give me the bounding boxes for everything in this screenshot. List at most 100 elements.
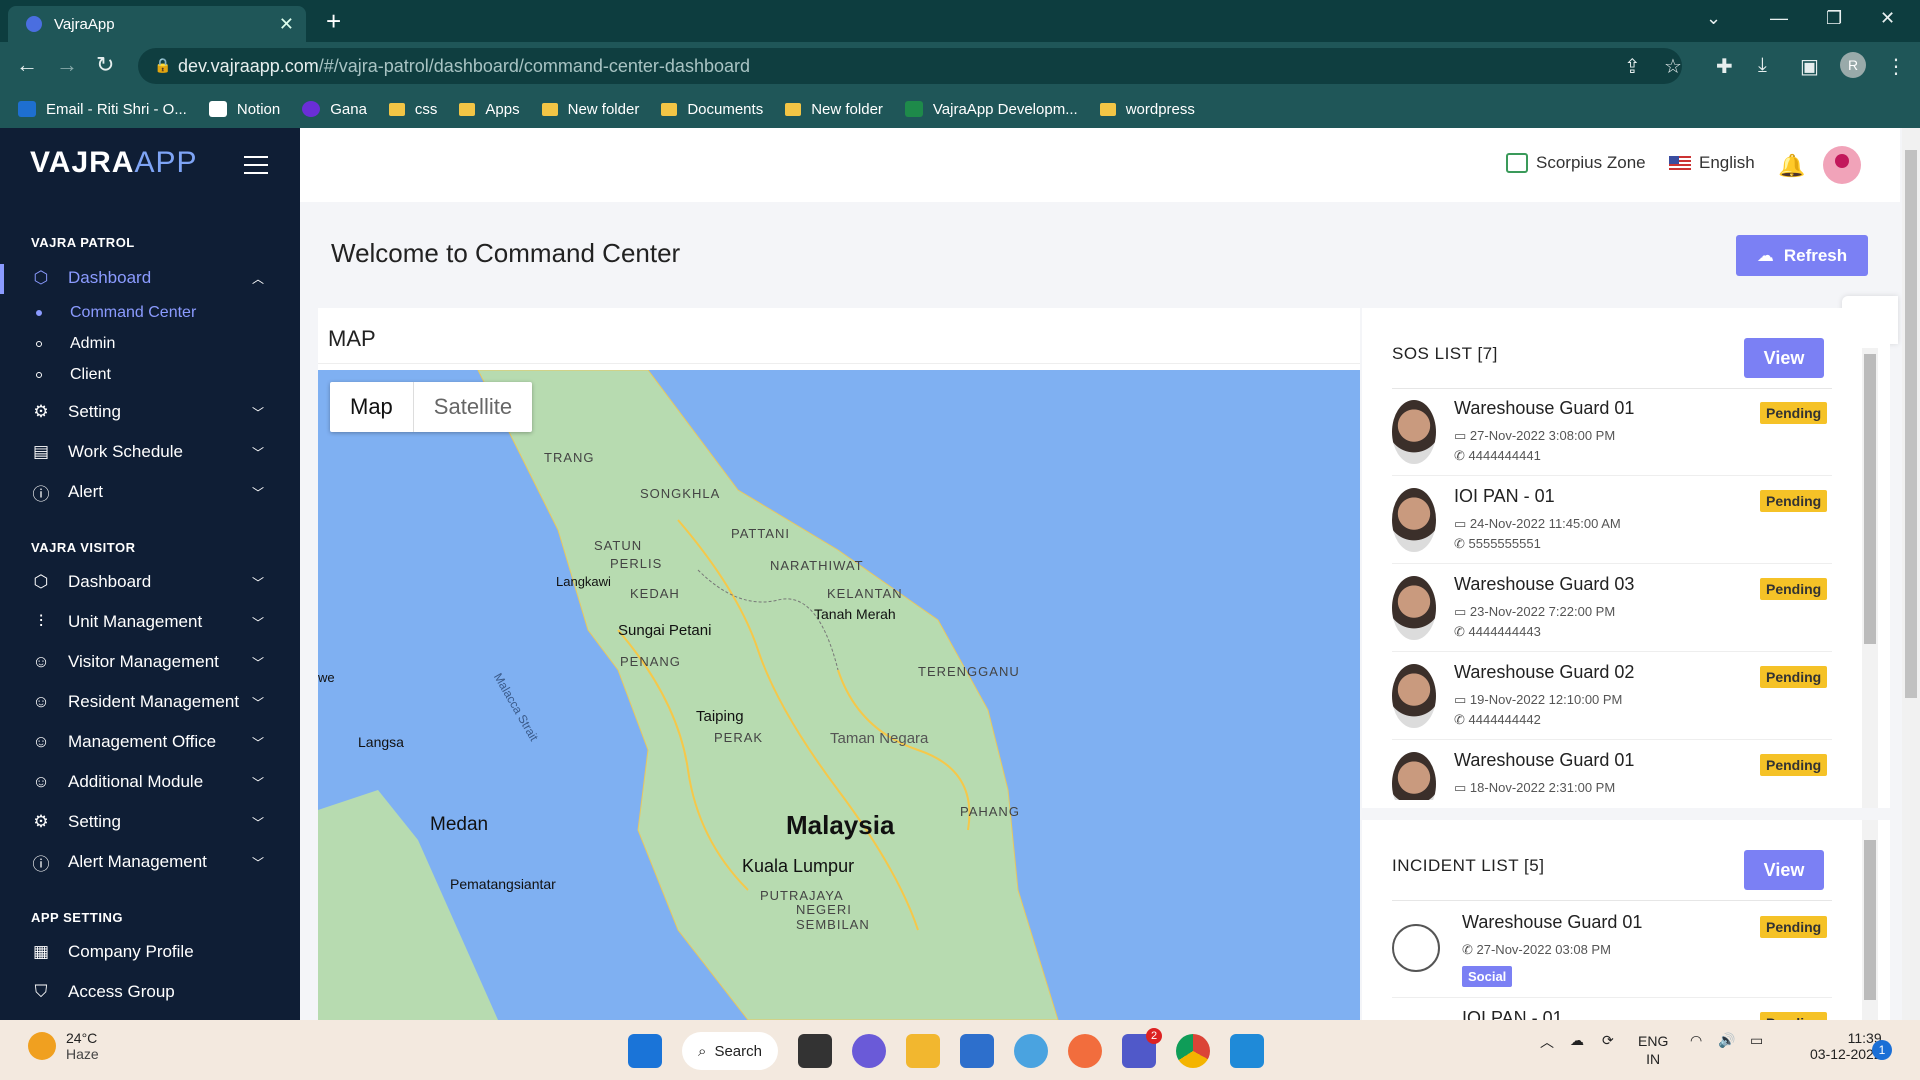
- bookmark-item[interactable]: Email - Riti Shri - O...: [18, 101, 187, 118]
- map-type-map[interactable]: Map: [330, 382, 414, 432]
- download-icon[interactable]: ⤓: [1758, 54, 1767, 77]
- side-panel-icon[interactable]: ▣: [1800, 54, 1819, 79]
- sidebar-item-resident-management[interactable]: ☺ Resident Management ﹀: [0, 682, 300, 722]
- bookmark-item[interactable]: VajraApp Developm...: [904, 101, 1078, 118]
- chat-icon[interactable]: [852, 1034, 886, 1068]
- tab-search-icon[interactable]: ⌄: [1706, 8, 1721, 29]
- page-scrollbar[interactable]: [1902, 128, 1920, 1020]
- close-tab-icon[interactable]: ✕: [279, 14, 294, 35]
- alert-icon: ⓘ: [32, 854, 50, 874]
- bookmark-item[interactable]: New folder: [541, 101, 639, 118]
- incident-scrollbar[interactable]: [1862, 820, 1878, 1020]
- map-label: Kuala Lumpur: [742, 856, 855, 876]
- notion-icon: [208, 101, 227, 117]
- chevron-down-icon: ﹀: [252, 655, 265, 670]
- map-view[interactable]: Map Satellite TRANG SONGKHLA SATUN PERLI…: [318, 370, 1360, 1020]
- zone-selector[interactable]: Scorpius Zone: [1506, 153, 1646, 173]
- bookmark-item[interactable]: css: [388, 101, 437, 118]
- volume-icon[interactable]: 🔊: [1718, 1032, 1735, 1049]
- sidebar-item-access-group[interactable]: ⛉ Access Group: [0, 972, 300, 1012]
- wifi-icon[interactable]: ◠: [1690, 1032, 1702, 1049]
- bullet-icon: [36, 310, 42, 316]
- sos-item[interactable]: Wareshouse Guard 02 ▭ 19-Nov-2022 12:10:…: [1392, 652, 1832, 740]
- battery-icon[interactable]: ▭: [1750, 1032, 1763, 1049]
- url-field[interactable]: 🔒 dev.vajraapp.com/#/vajra-patrol/dashbo…: [138, 48, 1682, 84]
- notification-count[interactable]: 1: [1872, 1040, 1892, 1060]
- windows-start-icon[interactable]: [628, 1034, 662, 1068]
- sidebar-item-setting[interactable]: ⚙ Setting ﹀: [0, 392, 300, 432]
- browser-menu-icon[interactable]: ⋮: [1886, 54, 1906, 79]
- sos-view-button[interactable]: View: [1744, 338, 1824, 378]
- file-explorer-icon[interactable]: [906, 1034, 940, 1068]
- share-icon[interactable]: ⇪: [1624, 54, 1641, 79]
- store-icon[interactable]: [960, 1034, 994, 1068]
- sidebar-item-visitor-dashboard[interactable]: ⬡ Dashboard ﹀: [0, 562, 300, 602]
- restore-icon[interactable]: ❐: [1826, 8, 1842, 29]
- bookmark-item[interactable]: Notion: [208, 101, 280, 118]
- hamburger-menu-icon[interactable]: [244, 156, 268, 180]
- sync-icon[interactable]: ⟳: [1602, 1032, 1614, 1049]
- weather-widget[interactable]: 24°C Haze: [28, 1030, 99, 1062]
- app-icon[interactable]: [1068, 1034, 1102, 1068]
- bookmark-star-icon[interactable]: ☆: [1664, 54, 1682, 79]
- sidebar-item-additional-module[interactable]: ☺ Additional Module ﹀: [0, 762, 300, 802]
- user-avatar[interactable]: [1823, 146, 1861, 184]
- sidebar-item-management-office[interactable]: ☺ Management Office ﹀: [0, 722, 300, 762]
- bookmark-item[interactable]: Documents: [661, 101, 763, 118]
- incident-view-button[interactable]: View: [1744, 850, 1824, 890]
- refresh-button[interactable]: ☁ Refresh: [1736, 235, 1868, 276]
- incident-item[interactable]: IOI PAN - 01 Pending: [1392, 998, 1832, 1020]
- bell-icon[interactable]: 🔔: [1778, 153, 1805, 179]
- teams-icon[interactable]: 2: [1122, 1028, 1162, 1068]
- forward-icon[interactable]: →: [56, 52, 78, 78]
- sos-scrollbar[interactable]: [1862, 348, 1878, 808]
- bookmark-item[interactable]: wordpress: [1099, 101, 1195, 118]
- chrome-icon[interactable]: [1176, 1034, 1210, 1068]
- sos-item[interactable]: IOI PAN - 01 ▭ 24-Nov-2022 11:45:00 AM ✆…: [1392, 476, 1832, 564]
- sidebar-item-alert-management[interactable]: ⓘ Alert Management ﹀: [0, 842, 300, 882]
- status-badge: Pending: [1760, 1012, 1828, 1020]
- incident-item[interactable]: Wareshouse Guard 01 ✆ 27-Nov-2022 03:08 …: [1392, 902, 1832, 998]
- sidebar-sub-admin[interactable]: Admin: [36, 335, 115, 353]
- map-title: MAP: [318, 308, 1360, 364]
- taskbar-search[interactable]: ⌕ Search: [682, 1032, 778, 1070]
- extensions-icon[interactable]: ✚: [1716, 54, 1733, 79]
- sos-item[interactable]: Wareshouse Guard 03 ▭ 23-Nov-2022 7:22:0…: [1392, 564, 1832, 652]
- profile-avatar[interactable]: R: [1840, 52, 1866, 78]
- chevron-down-icon: ﹀: [252, 855, 265, 870]
- folder-icon: [785, 102, 802, 116]
- sidebar-item-visitor-management[interactable]: ☺ Visitor Management ﹀: [0, 642, 300, 682]
- close-window-icon[interactable]: ✕: [1880, 8, 1895, 29]
- sos-item[interactable]: Wareshouse Guard 01 ▭ 18-Nov-2022 2:31:0…: [1392, 740, 1832, 800]
- sidebar-item-unit-management[interactable]: ⫶ Unit Management ﹀: [0, 602, 300, 642]
- guard-photo: [1392, 752, 1436, 800]
- task-view-icon[interactable]: [798, 1034, 832, 1068]
- cloud-icon[interactable]: ☁: [1570, 1032, 1584, 1049]
- language-indicator[interactable]: ENG IN: [1638, 1032, 1668, 1068]
- sidebar-sub-command-center[interactable]: Command Center: [36, 304, 196, 322]
- map-type-satellite[interactable]: Satellite: [414, 382, 532, 432]
- reload-icon[interactable]: ↻: [96, 52, 114, 78]
- vscode-icon[interactable]: [1230, 1034, 1264, 1068]
- sidebar-item-dashboard[interactable]: ⬡ Dashboard ︿: [0, 258, 300, 298]
- browser-tab-bar: VajraApp ✕ + ⌄ — ❐ ✕: [0, 0, 1920, 42]
- tray-chevron-icon[interactable]: ︿: [1540, 1032, 1554, 1052]
- sidebar-item-work-schedule[interactable]: ▤ Work Schedule ﹀: [0, 432, 300, 472]
- back-icon[interactable]: ←: [16, 52, 38, 78]
- browser-tab[interactable]: VajraApp ✕: [8, 6, 306, 42]
- bookmark-item[interactable]: Apps: [459, 101, 520, 118]
- sidebar-item-visitor-setting[interactable]: ⚙ Setting ﹀: [0, 802, 300, 842]
- bookmark-item[interactable]: New folder: [785, 101, 883, 118]
- sidebar-item-alert[interactable]: ⓘ Alert ﹀: [0, 472, 300, 512]
- sidebar-item-company-profile[interactable]: ▦ Company Profile: [0, 932, 300, 972]
- chevron-up-icon: ︿: [252, 271, 265, 286]
- sidebar-sub-client[interactable]: Client: [36, 366, 111, 384]
- map-label: we: [318, 670, 335, 685]
- sos-item[interactable]: Wareshouse Guard 01 ▭ 27-Nov-2022 3:08:0…: [1392, 388, 1832, 476]
- system-clock[interactable]: 11:39 03-12-2022: [1810, 1030, 1882, 1062]
- language-selector[interactable]: English: [1669, 153, 1755, 173]
- app-icon[interactable]: [1014, 1034, 1048, 1068]
- bookmark-item[interactable]: Gana: [302, 101, 367, 118]
- minimize-icon[interactable]: —: [1770, 8, 1788, 29]
- new-tab-icon[interactable]: +: [326, 6, 341, 37]
